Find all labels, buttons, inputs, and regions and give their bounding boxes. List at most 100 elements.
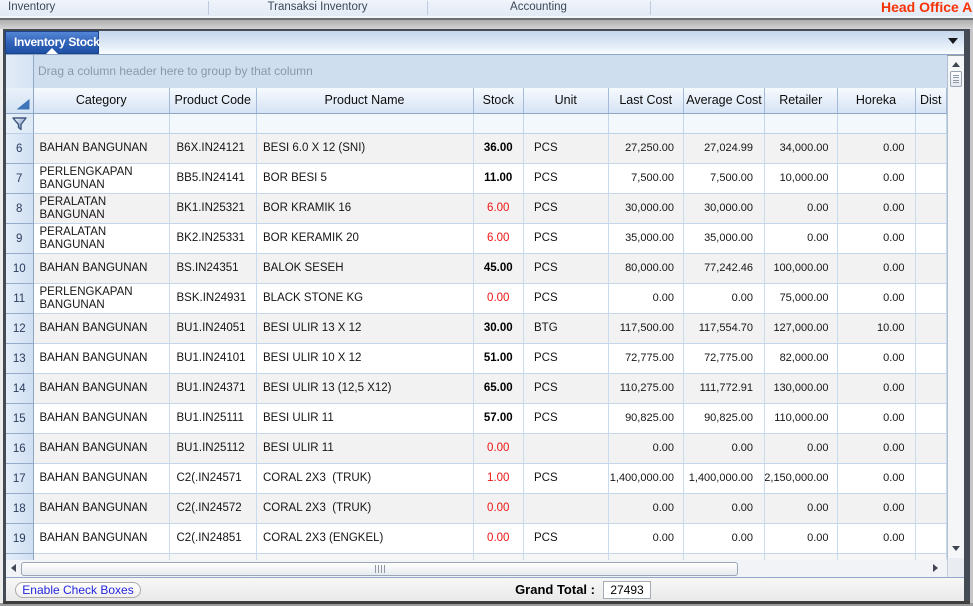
row-header-number[interactable]: 14 (6, 374, 34, 404)
column-header-last-cost[interactable]: Last Cost (609, 88, 685, 114)
cell-code[interactable]: BU1.IN24371 (170, 374, 257, 404)
filter-cell-dist[interactable] (916, 114, 948, 135)
cell-code[interactable]: C2(.IN24851 (170, 524, 257, 554)
column-header-category[interactable]: Category (34, 88, 171, 114)
cell-name[interactable]: BLACK STONE KG (257, 284, 474, 314)
cell-code[interactable]: BS.IN24351 (170, 254, 257, 284)
cell-horeka[interactable]: 0.00 (838, 224, 916, 254)
cell-retailer[interactable]: 75,000.00 (765, 284, 838, 314)
cell-unit[interactable] (524, 434, 609, 464)
cell-code[interactable]: BU1.IN24051 (170, 314, 257, 344)
column-header-average-cost[interactable]: Average Cost (684, 88, 765, 114)
cell-stock[interactable]: 6.00 (474, 224, 525, 254)
row-header-number[interactable]: 13 (6, 344, 34, 374)
cell-horeka[interactable]: 10.00 (838, 314, 916, 344)
cell-dist[interactable] (916, 254, 948, 284)
row-header-number[interactable]: 16 (6, 434, 34, 464)
cell-name[interactable]: BESI ULIR 13 (12,5 X12) (257, 374, 474, 404)
cell-retailer[interactable]: 0.00 (765, 194, 838, 224)
row-header-number[interactable]: 10 (6, 254, 34, 284)
cell-code[interactable]: BSK.IN24931 (170, 284, 257, 314)
cell-dist[interactable] (916, 284, 948, 314)
menu-item-accounting[interactable]: Accounting (427, 0, 650, 16)
cell-retailer[interactable]: 0.00 (765, 494, 838, 524)
cell-code[interactable]: BK1.IN25321 (170, 194, 257, 224)
cell-code[interactable]: C2(.IN24571 (170, 464, 257, 494)
cell-dist[interactable] (916, 464, 948, 494)
row-header-number[interactable]: 6 (6, 134, 34, 164)
cell-stock[interactable]: 30.00 (474, 314, 525, 344)
cell-last-cost[interactable]: 35,000.00 (609, 224, 685, 254)
column-header-code[interactable]: Product Code (170, 88, 257, 114)
cell-unit[interactable]: PCS (524, 194, 609, 224)
cell-average-cost[interactable]: 90,825.00 (684, 404, 765, 434)
tab-list-dropdown-icon[interactable] (948, 38, 958, 44)
horizontal-scrollbar[interactable] (6, 560, 947, 577)
row-header-number[interactable]: 8 (6, 194, 34, 224)
cell-unit[interactable]: PCS (524, 164, 609, 194)
row-header-number[interactable]: 11 (6, 284, 34, 314)
cell-horeka[interactable]: 0.00 (838, 344, 916, 374)
cell-category[interactable]: BAHAN BANGUNAN (34, 344, 171, 374)
cell-category[interactable]: BAHAN BANGUNAN (34, 524, 171, 554)
scroll-up-icon[interactable] (952, 62, 960, 67)
cell-unit[interactable]: PCS (524, 404, 609, 434)
cell-average-cost[interactable]: 0.00 (684, 284, 765, 314)
cell-code[interactable]: BB5.IN24141 (170, 164, 257, 194)
cell-unit[interactable]: PCS (524, 224, 609, 254)
cell-average-cost[interactable]: 7,500.00 (684, 164, 765, 194)
cell-retailer[interactable]: 127,000.00 (765, 314, 838, 344)
cell-unit[interactable]: PCS (524, 524, 609, 554)
cell-horeka[interactable]: 0.00 (838, 284, 916, 314)
cell-stock[interactable]: 45.00 (474, 254, 525, 284)
cell-category[interactable]: PERLENGKAPAN BANGUNAN (34, 284, 171, 314)
cell-retailer[interactable]: 82,000.00 (765, 344, 838, 374)
row-header-number[interactable]: 18 (6, 494, 34, 524)
cell-dist[interactable] (916, 194, 948, 224)
column-header-retailer[interactable]: Retailer (765, 88, 838, 114)
group-by-panel[interactable]: Drag a column header here to group by th… (34, 55, 947, 88)
cell-last-cost[interactable]: 0.00 (609, 494, 685, 524)
cell-unit[interactable]: PCS (524, 134, 609, 164)
cell-average-cost[interactable]: 111,772.91 (684, 374, 765, 404)
cell-last-cost[interactable]: 0.00 (609, 284, 685, 314)
cell-retailer[interactable]: 130,000.00 (765, 374, 838, 404)
cell-last-cost[interactable]: 27,250.00 (609, 134, 685, 164)
cell-horeka[interactable]: 0.00 (838, 194, 916, 224)
cell-last-cost[interactable]: 117,500.00 (609, 314, 685, 344)
cell-name[interactable]: BALOK SESEH (257, 254, 474, 284)
cell-last-cost[interactable]: 7,500.00 (609, 164, 685, 194)
cell-stock[interactable]: 51.00 (474, 344, 525, 374)
row-header-number[interactable]: 19 (6, 524, 34, 554)
cell-retailer[interactable]: 0.00 (765, 434, 838, 464)
cell-dist[interactable] (916, 374, 948, 404)
cell-last-cost[interactable]: 0.00 (609, 434, 685, 464)
cell-last-cost[interactable]: 0.00 (609, 524, 685, 554)
cell-name[interactable]: BESI ULIR 10 X 12 (257, 344, 474, 374)
cell-category[interactable]: BAHAN BANGUNAN (34, 434, 171, 464)
cell-stock[interactable]: 0.00 (474, 284, 525, 314)
cell-horeka[interactable]: 0.00 (838, 434, 916, 464)
cell-name[interactable]: BOR BESI 5 (257, 164, 474, 194)
cell-average-cost[interactable]: 30,000.00 (684, 194, 765, 224)
cell-horeka[interactable]: 0.00 (838, 404, 916, 434)
cell-category[interactable]: PERALATAN BANGUNAN (34, 224, 171, 254)
scroll-left-icon[interactable] (11, 564, 16, 572)
cell-dist[interactable] (916, 344, 948, 374)
cell-unit[interactable]: PCS (524, 374, 609, 404)
cell-average-cost[interactable]: 27,024.99 (684, 134, 765, 164)
cell-name[interactable]: BESI ULIR 11 (257, 434, 474, 464)
filter-cell-category[interactable] (34, 114, 171, 135)
column-header-stock[interactable]: Stock (474, 88, 525, 114)
scroll-right-icon[interactable] (933, 564, 938, 572)
cell-unit[interactable]: PCS (524, 254, 609, 284)
cell-unit[interactable]: PCS (524, 284, 609, 314)
cell-category[interactable]: PERALATAN BANGUNAN (34, 194, 171, 224)
cell-unit[interactable]: PCS (524, 464, 609, 494)
cell-name[interactable]: BESI 6.0 X 12 (SNI) (257, 134, 474, 164)
cell-stock[interactable]: 65.00 (474, 374, 525, 404)
vertical-scrollbar-thumb[interactable] (950, 71, 962, 87)
cell-stock[interactable]: 0.00 (474, 494, 525, 524)
cell-average-cost[interactable]: 117,554.70 (684, 314, 765, 344)
cell-name[interactable]: BESI ULIR 11 (257, 404, 474, 434)
